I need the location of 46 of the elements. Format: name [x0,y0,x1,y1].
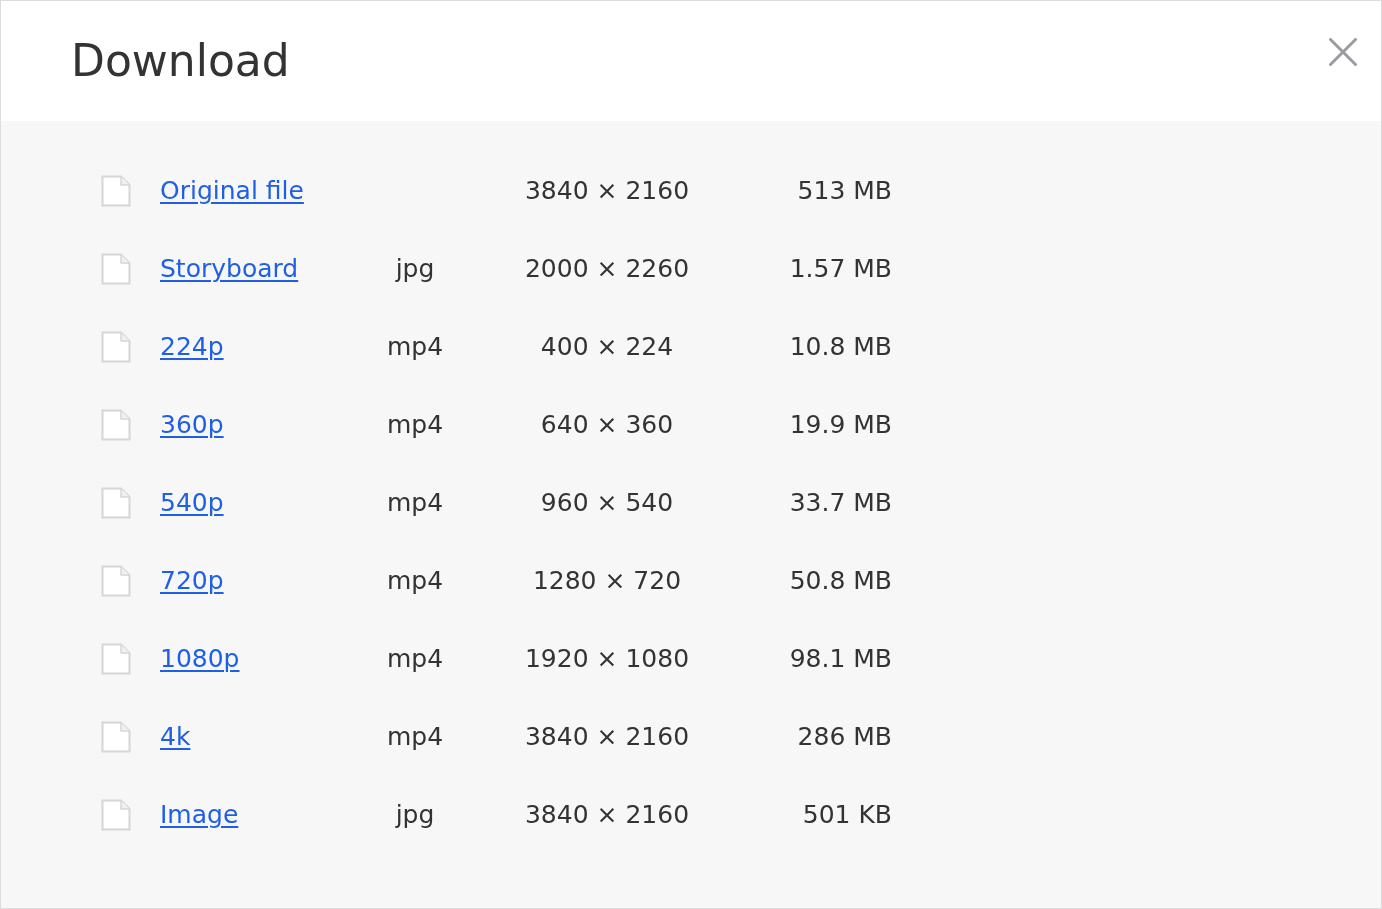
file-size-text: 19.9 MB [789,409,892,442]
file-icon [101,643,131,675]
file-icon [101,253,131,285]
file-size-text: 10.8 MB [789,331,892,364]
close-icon [1329,38,1357,66]
dialog-title: Download [71,39,290,83]
file-link[interactable]: 540p [160,484,224,522]
file-link[interactable]: 1080p [160,640,240,678]
file-link[interactable]: Storyboard [160,250,299,288]
file-link[interactable]: 360p [160,406,224,444]
file-type-text: mp4 [386,565,444,598]
file-icon [101,175,131,207]
dimensions-text: 3840 × 2160 [524,721,690,754]
file-type-text: mp4 [386,409,444,442]
file-size-text: 1.57 MB [789,253,892,286]
file-link[interactable]: Original file [160,172,304,210]
file-type-text: jpg [395,253,435,286]
file-type-text: mp4 [386,487,444,520]
file-size-text: 98.1 MB [789,643,892,676]
file-link[interactable]: 720p [160,562,224,600]
file-type-text: mp4 [386,331,444,364]
file-link[interactable]: 224p [160,328,224,366]
file-icon [101,409,131,441]
dimensions-text: 640 × 360 [540,409,674,442]
dimensions-text: 1920 × 1080 [524,643,690,676]
dimensions-text: 3840 × 2160 [524,175,690,208]
dimensions-text: 1280 × 720 [532,565,682,598]
dimensions-text: 3840 × 2160 [524,799,690,832]
dimensions-text: 2000 × 2260 [524,253,690,286]
dimensions-text: 960 × 540 [540,487,674,520]
file-icon [101,799,131,831]
file-size-text: 501 KB [802,799,892,832]
file-type-text: mp4 [386,721,444,754]
file-icon [101,487,131,519]
file-icon [101,331,131,363]
file-size-text: 513 MB [797,175,892,208]
file-size-text: 50.8 MB [789,565,892,598]
file-icon [101,721,131,753]
file-link[interactable]: Image [160,796,239,834]
file-icon [101,565,131,597]
file-type-text: mp4 [386,643,444,676]
file-link[interactable]: 4k [160,718,191,756]
file-size-text: 286 MB [797,721,892,754]
file-size-text: 33.7 MB [789,487,892,520]
dimensions-text: 400 × 224 [540,331,674,364]
file-type-text: jpg [395,799,435,832]
